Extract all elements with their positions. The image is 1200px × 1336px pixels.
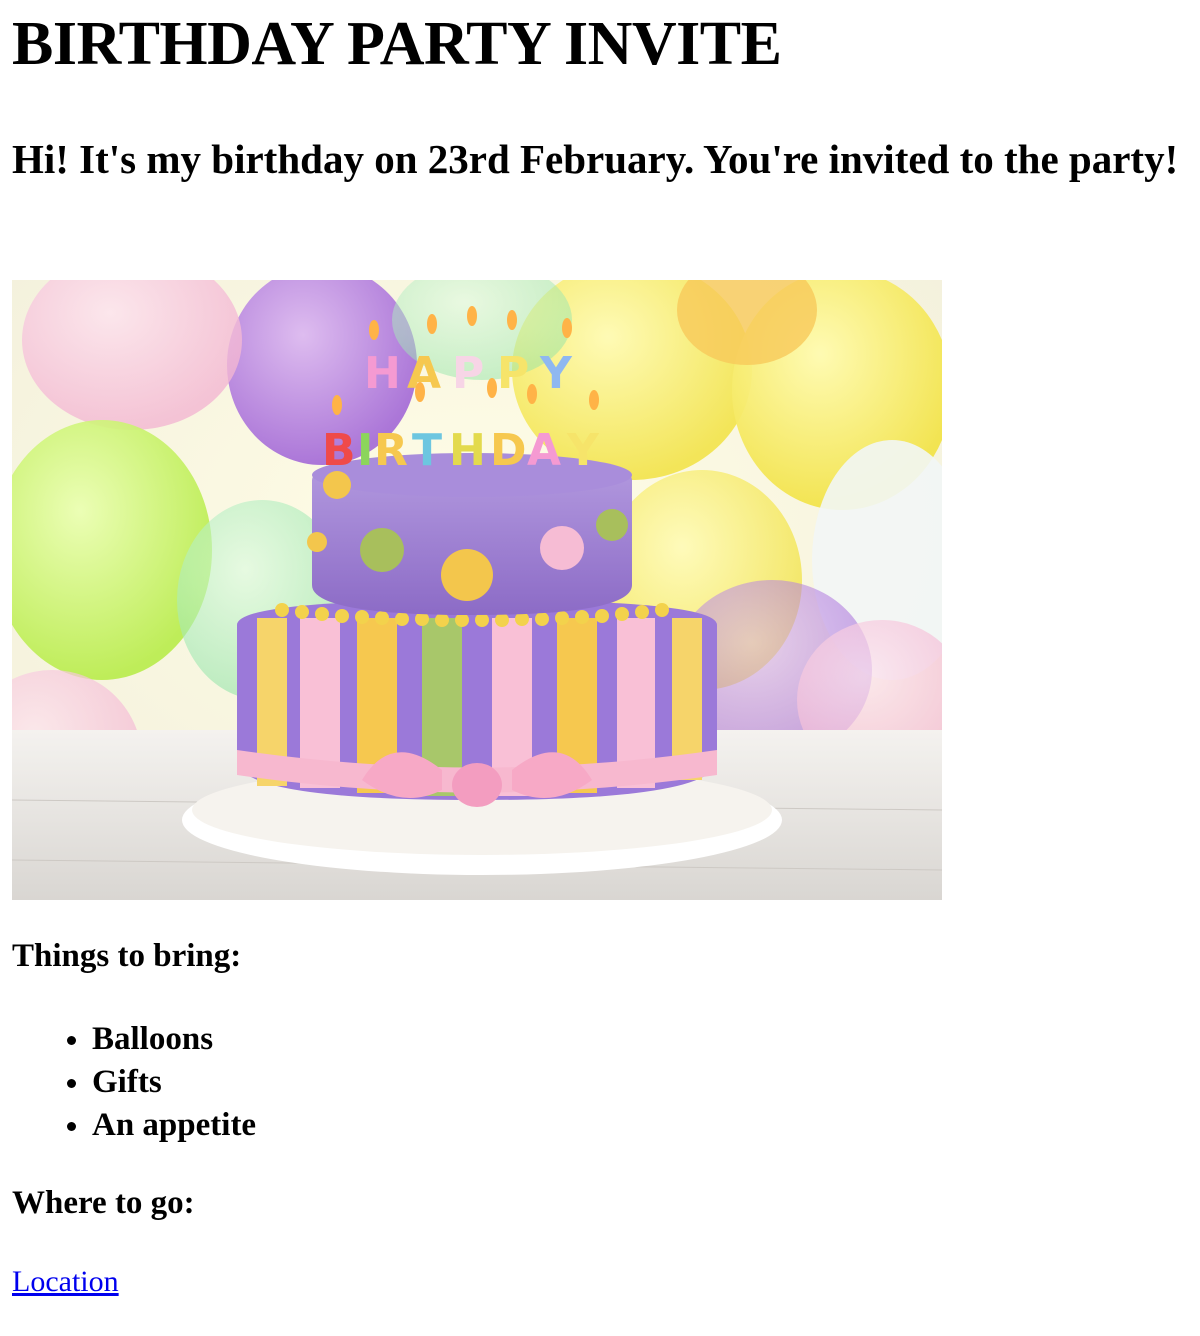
where-to-go-heading: Where to go: [12, 1185, 195, 1221]
svg-text:Y: Y [539, 348, 573, 399]
svg-text:P: P [497, 348, 529, 399]
page-title: BIRTHDAY PARTY INVITE [12, 10, 782, 78]
svg-text:P: P [452, 348, 484, 399]
svg-text:R: R [374, 425, 408, 476]
location-link[interactable]: Location [12, 1264, 119, 1300]
birthday-cake-image: H A P P Y B I R T H D A Y [12, 280, 942, 900]
invite-message: Hi! It's my birthday on 23rd February. Y… [12, 136, 1179, 182]
list-item: Balloons [92, 1018, 256, 1061]
svg-text:A: A [527, 425, 561, 476]
svg-text:H: H [449, 425, 486, 476]
svg-text:D: D [490, 425, 527, 476]
bring-list: Balloons Gifts An appetite [12, 1018, 256, 1147]
list-item: An appetite [92, 1104, 256, 1147]
svg-text:H: H [364, 348, 401, 399]
things-to-bring-heading: Things to bring: [12, 938, 242, 974]
svg-text:Y: Y [566, 425, 600, 476]
svg-text:B: B [322, 425, 356, 476]
svg-text:I: I [357, 425, 373, 476]
list-item: Gifts [92, 1061, 256, 1104]
svg-text:T: T [412, 425, 442, 476]
